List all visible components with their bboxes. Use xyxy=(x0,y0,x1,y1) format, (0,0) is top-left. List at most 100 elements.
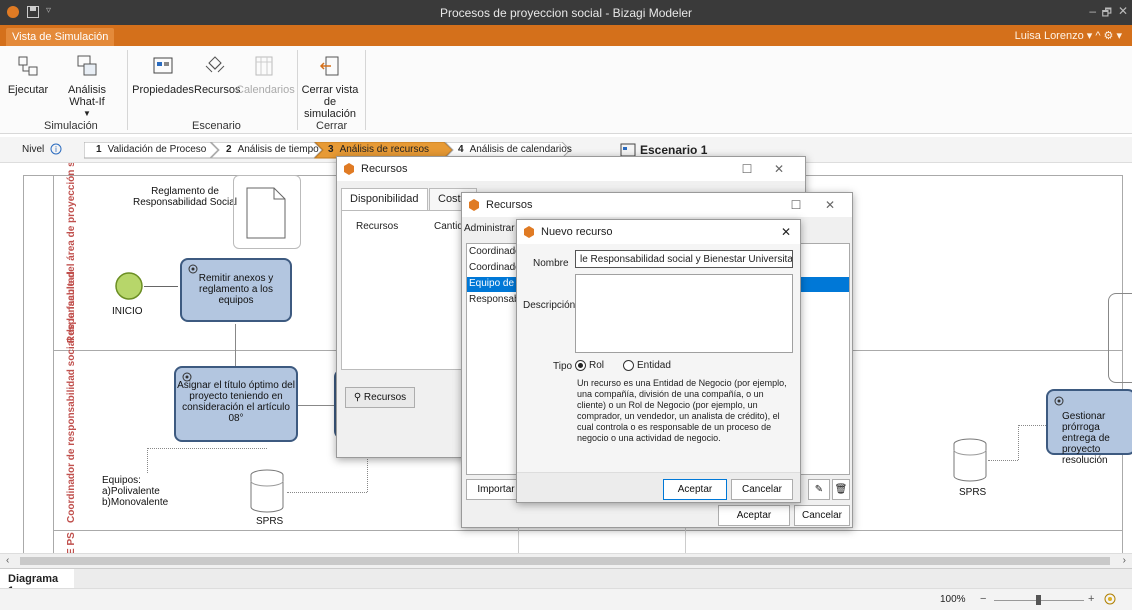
recursos-button[interactable]: ⚲ Recursos xyxy=(345,387,415,408)
step-analisis-tiempo[interactable]: 2 Análisis de tiempo xyxy=(220,142,319,158)
lane-divider xyxy=(53,530,1123,531)
lane-label-eps: E PS xyxy=(66,532,77,553)
edit-resource-button[interactable]: ✎ xyxy=(808,479,830,500)
recursos-ribbon-button[interactable]: Recursos xyxy=(194,54,240,96)
trash-icon: 🗑 xyxy=(834,484,848,495)
nombre-label: Nombre xyxy=(533,258,569,269)
availability-panel: Recursos Cantidad xyxy=(341,210,481,370)
descripcion-label: Descripción xyxy=(523,300,576,311)
dialog-header: Nuevo recurso ✕ xyxy=(517,220,800,244)
zoom-in-button[interactable]: + xyxy=(1088,593,1094,605)
tab-vista-simulacion[interactable]: Vista de Simulación xyxy=(6,28,115,46)
propiedades-button[interactable]: Propiedades xyxy=(132,54,194,96)
group-label-simulacion: Simulación xyxy=(44,120,98,132)
scroll-right-icon[interactable]: › xyxy=(1123,555,1126,566)
task-partial-right[interactable] xyxy=(1108,293,1132,383)
delete-resource-button[interactable]: 🗑 xyxy=(832,479,850,500)
user-menu-icons[interactable]: ▾ ^ ⚙ ▾ xyxy=(1087,30,1122,42)
document-icon[interactable] xyxy=(246,187,286,239)
dialog-title: Recursos xyxy=(361,163,408,175)
analisis-whatif-button[interactable]: Análisis What-If ▼ xyxy=(52,54,122,120)
rol-radio[interactable]: Rol xyxy=(575,360,604,371)
association xyxy=(1018,425,1046,426)
scrollbar-thumb[interactable] xyxy=(20,557,1110,565)
ribbon: Ejecutar Análisis What-If ▼ Propiedades … xyxy=(0,46,1132,134)
zoom-slider-thumb[interactable] xyxy=(1036,595,1041,605)
aceptar-button[interactable]: Aceptar xyxy=(718,505,790,526)
svg-text:i: i xyxy=(55,145,57,154)
close-button[interactable]: ✕ xyxy=(776,223,796,241)
radio-selected[interactable] xyxy=(575,360,586,371)
lane-header-border xyxy=(53,175,54,553)
cerrar-vista-simulacion-button[interactable]: Cerrar vista de simulación xyxy=(300,54,360,120)
entidad-radio[interactable]: Entidad xyxy=(623,360,671,371)
maximize-button[interactable]: 🗗 xyxy=(1102,4,1112,23)
close-button[interactable]: ✕ xyxy=(1118,4,1128,18)
resources-icon xyxy=(203,54,227,78)
association xyxy=(147,448,148,473)
ejecutar-button[interactable]: Ejecutar xyxy=(6,54,50,96)
scroll-left-icon[interactable]: ‹ xyxy=(6,555,9,566)
ribbon-separator xyxy=(365,50,366,130)
ribbon-separator xyxy=(127,50,128,130)
step-validacion-proceso[interactable]: 1 Validación de Proceso xyxy=(90,142,206,158)
horizontal-scrollbar[interactable]: ‹ › xyxy=(0,553,1132,568)
window-title: Procesos de proyeccion social - Bizagi M… xyxy=(439,6,693,20)
whatif-dropdown-icon[interactable]: ▼ xyxy=(52,108,122,120)
equipos-annotation: Equipos: a)Polivalente b)Monovalente xyxy=(102,475,169,508)
group-label-cerrar: Cerrar xyxy=(316,120,348,132)
info-icon[interactable]: i xyxy=(50,143,62,155)
fit-zoom-icon[interactable] xyxy=(1104,593,1116,608)
close-button[interactable]: ✕ xyxy=(820,196,840,214)
gear-icon xyxy=(186,262,200,279)
nuevo-recurso-dialog: Nuevo recurso ✕ Nombre le Responsabilida… xyxy=(516,219,801,503)
list-item-selected[interactable]: Equipo de xyxy=(469,278,514,289)
run-simulation-icon xyxy=(16,54,40,78)
properties-icon xyxy=(151,54,175,78)
sprs-datastore-right[interactable] xyxy=(952,438,988,482)
tab-disponibilidad[interactable]: Disponibilidad xyxy=(341,188,428,210)
aceptar-button[interactable]: Aceptar xyxy=(663,479,727,500)
close-button[interactable]: ✕ xyxy=(769,160,789,178)
descripcion-textarea[interactable] xyxy=(575,274,793,353)
dialog-title: Recursos xyxy=(486,199,533,211)
cancelar-button[interactable]: Cancelar xyxy=(794,505,850,526)
escenario-title: Escenario 1 xyxy=(640,143,708,157)
task-remitir-anexos[interactable]: Remitir anexos y reglamento a los equipo… xyxy=(180,258,292,322)
maximize-button[interactable]: ☐ xyxy=(786,196,806,214)
help-text: Un recurso es una Entidad de Negocio (po… xyxy=(577,378,787,443)
gear-icon xyxy=(180,370,194,387)
tab-diagrama-1[interactable]: Diagrama 1 xyxy=(0,569,74,597)
whatif-icon xyxy=(75,54,99,78)
user-menu[interactable]: Luisa Lorenzo ▾ ^ ⚙ ▾ xyxy=(1015,29,1122,42)
association xyxy=(988,460,1018,461)
bizagi-logo-icon xyxy=(523,226,535,238)
group-label-escenario: Escenario xyxy=(192,120,241,132)
nombre-input[interactable]: le Responsabilidad social y Bienestar Un… xyxy=(575,250,793,268)
nivel-label: Nivel xyxy=(22,144,45,155)
radio-unselected[interactable] xyxy=(623,360,634,371)
sprs-datastore[interactable] xyxy=(249,469,285,513)
sprs-label: SPRS xyxy=(256,516,284,527)
dialog-header: Recursos ☐ ✕ xyxy=(462,193,852,217)
dialog-title: Nuevo recurso xyxy=(541,226,613,238)
sequence-flow xyxy=(298,405,334,406)
administrar-label: Administrar xyxy=(464,223,515,234)
minimize-button[interactable]: – xyxy=(1089,4,1096,18)
scenario-icon xyxy=(620,143,636,157)
sequence-flow xyxy=(144,286,178,287)
user-icon: ⚲ xyxy=(353,392,362,403)
status-bar: 100% − + xyxy=(0,588,1132,610)
start-event[interactable] xyxy=(114,271,144,301)
task-asignar-titulo[interactable]: Asignar el título óptimo del proyecto te… xyxy=(174,366,298,442)
tipo-label: Tipo xyxy=(553,361,573,372)
diagram-tabs: Diagrama 1 xyxy=(0,568,1132,597)
association xyxy=(147,448,267,449)
zoom-level: 100% xyxy=(940,594,966,605)
pencil-icon: ✎ xyxy=(814,484,824,495)
calendarios-button[interactable]: Calendarios xyxy=(236,54,295,96)
zoom-out-button[interactable]: − xyxy=(980,593,986,605)
maximize-button[interactable]: ☐ xyxy=(737,160,757,178)
task-gestionar-prorroga[interactable]: Gestionar prórroga entrega de proyecto r… xyxy=(1046,389,1132,466)
cancelar-button[interactable]: Cancelar xyxy=(731,479,793,500)
